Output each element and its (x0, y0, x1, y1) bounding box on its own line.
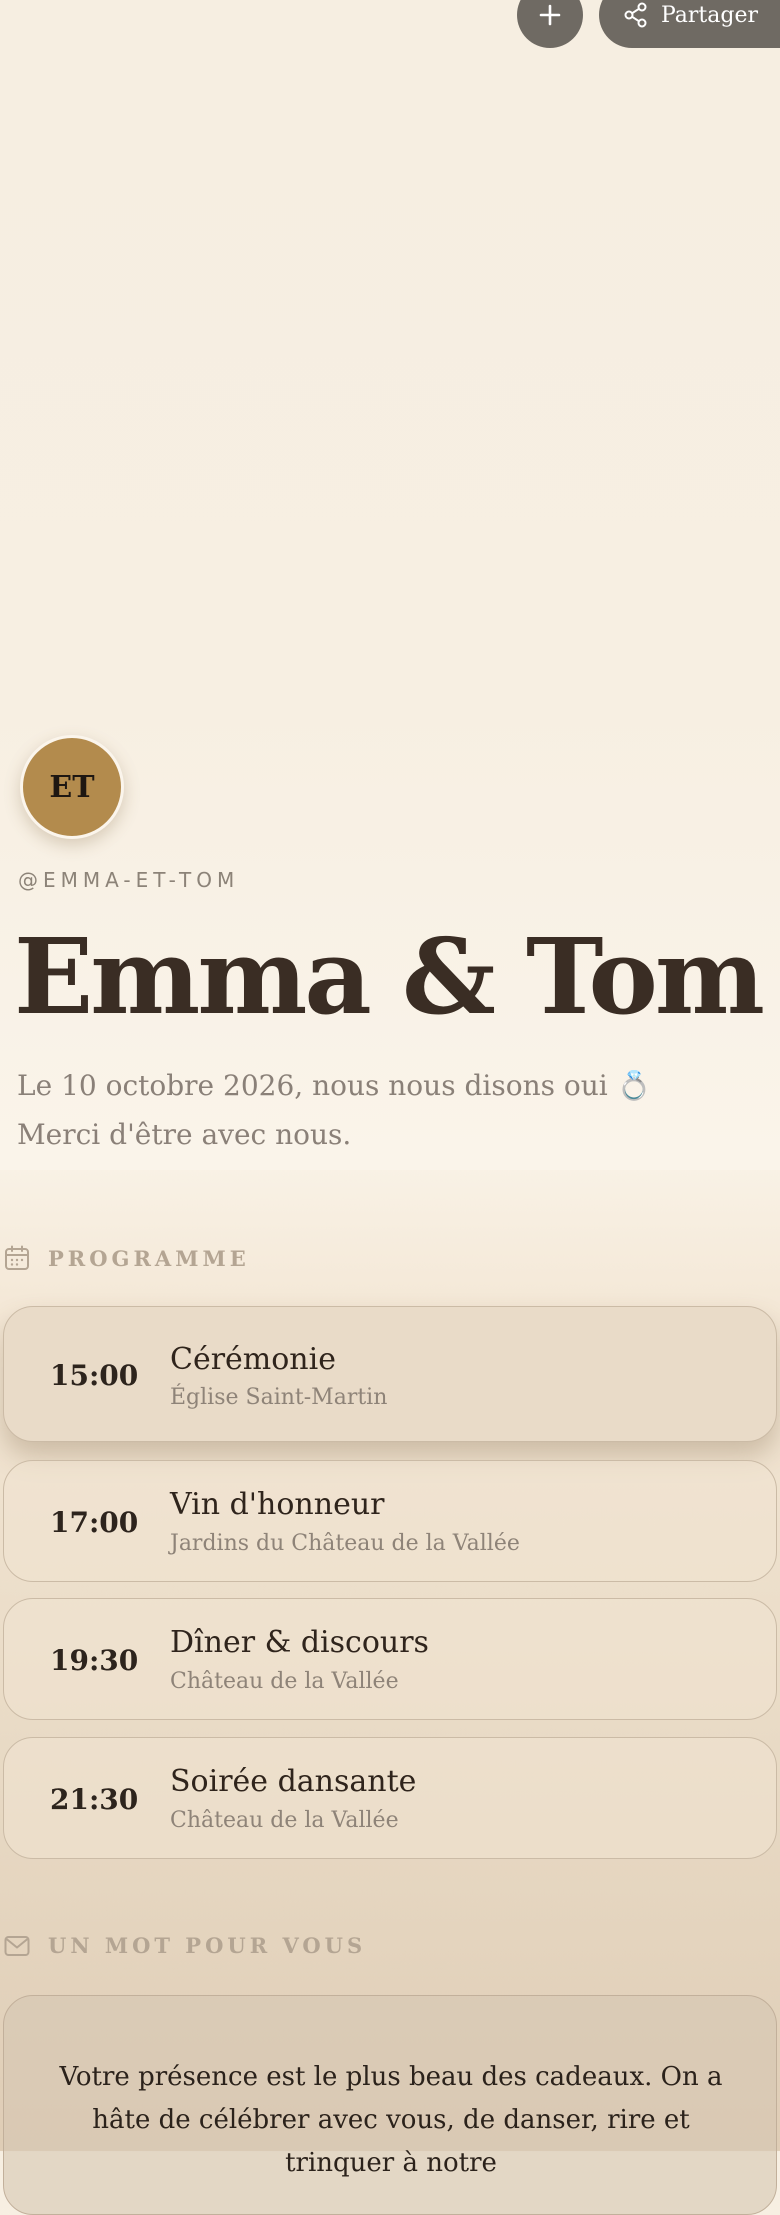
programme-header: PROGRAMME (4, 1245, 250, 1271)
mail-icon (4, 1935, 30, 1956)
message-text: Votre présence est le plus beau des cade… (59, 2062, 723, 2178)
event-time: 17:00 (50, 1506, 139, 1539)
event-title: Cérémonie (170, 1342, 336, 1377)
message-heading: UN MOT POUR VOUS (48, 1933, 367, 1958)
message-card: Votre présence est le plus beau des cade… (3, 1995, 777, 2215)
event-card[interactable]: 21:30 Soirée dansante Château de la Vall… (3, 1737, 777, 1859)
programme-heading: PROGRAMME (48, 1245, 250, 1271)
event-time: 15:00 (50, 1359, 139, 1392)
event-time: 21:30 (50, 1783, 139, 1816)
event-place: Jardins du Château de la Vallée (170, 1531, 520, 1556)
event-title: Dîner & discours (170, 1625, 429, 1660)
page-title: Emma & Tom (14, 915, 765, 1038)
plus-icon (539, 4, 561, 26)
share-label: Partager (660, 2, 758, 28)
page-subtitle: Le 10 octobre 2026, nous nous disons oui… (17, 1069, 652, 1151)
add-button[interactable] (516, 0, 583, 48)
event-card[interactable]: 19:30 Dîner & discours Château de la Val… (3, 1598, 777, 1720)
event-card[interactable]: 17:00 Vin d'honneur Jardins du Château d… (3, 1460, 777, 1582)
event-card[interactable]: 15:00 Cérémonie Église Saint-Martin (3, 1306, 777, 1442)
share-button[interactable]: Partager (598, 0, 780, 48)
event-place: Château de la Vallée (170, 1669, 399, 1694)
profile-handle: @EMMA-ET-TOM (18, 868, 240, 892)
share-icon (624, 2, 647, 28)
event-place: Église Saint-Martin (170, 1385, 388, 1410)
event-title: Soirée dansante (170, 1764, 417, 1799)
avatar-initials: ET (49, 769, 95, 805)
calendar-icon (5, 1245, 29, 1270)
message-header: UN MOT POUR VOUS (4, 1933, 366, 1958)
avatar: ET (20, 735, 124, 839)
event-title: Vin d'honneur (170, 1487, 385, 1522)
event-time: 19:30 (50, 1644, 139, 1677)
top-actions: Partager (516, 0, 780, 48)
event-place: Château de la Vallée (170, 1808, 399, 1833)
